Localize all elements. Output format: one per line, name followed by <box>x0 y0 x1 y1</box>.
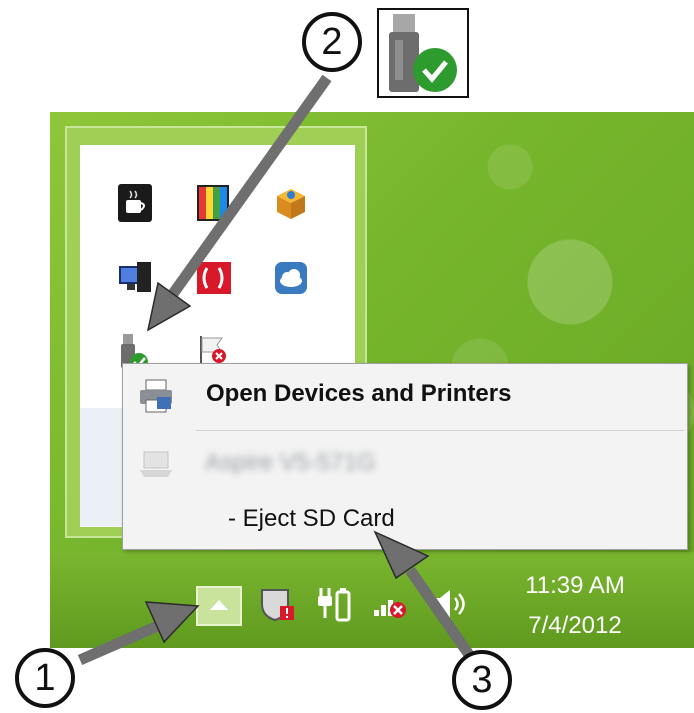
callout-arrows <box>77 74 475 666</box>
arrow-3-head <box>373 530 430 580</box>
arrow-2-head <box>146 281 192 332</box>
arrow-2 <box>165 74 332 302</box>
callout-3: 3 <box>452 650 512 710</box>
arrow-3 <box>405 566 475 660</box>
callout-2: 2 <box>302 12 362 72</box>
callout-1: 1 <box>15 648 75 708</box>
arrow-1 <box>77 619 163 666</box>
